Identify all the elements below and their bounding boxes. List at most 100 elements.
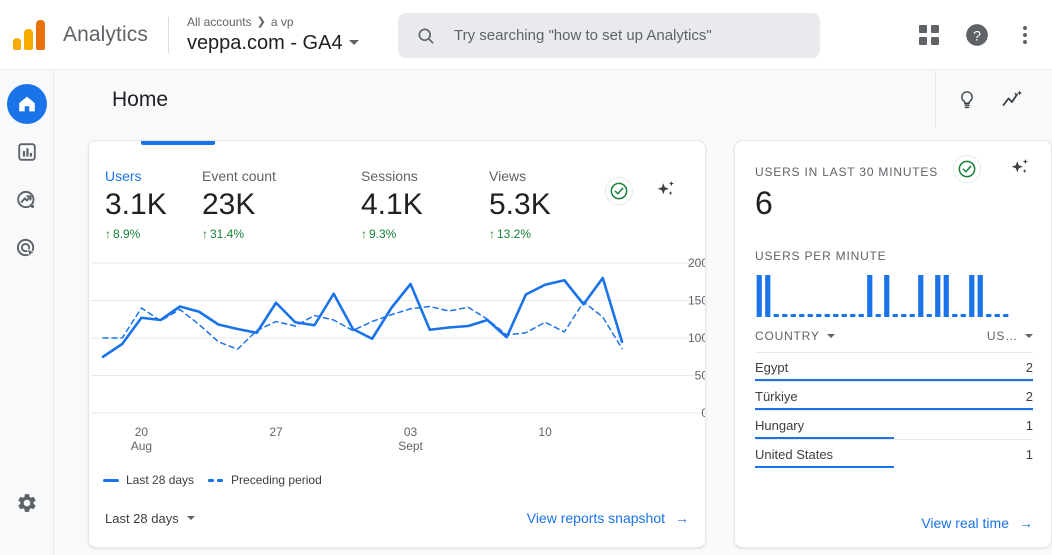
legend-item-previous: Preceding period	[208, 473, 322, 487]
metric-label: Sessions	[361, 168, 418, 184]
realtime-card: USERS IN LAST 30 MINUTES 6 USERS PER MIN…	[734, 140, 1052, 548]
metric-delta-value: 13.2%	[497, 227, 532, 241]
users-cell: 1	[1025, 446, 1033, 462]
table-row[interactable]: Türkiye 2	[755, 381, 1033, 410]
arrow-up-icon: ↑	[489, 227, 495, 241]
legend-solid-line-icon	[103, 478, 119, 482]
breadcrumb-separator-icon: ❯	[256, 15, 266, 28]
table-body: Egypt 2 Türkiye 2 Hungary 1 United States 1	[755, 352, 1033, 468]
apps-grid-icon[interactable]	[916, 22, 942, 48]
country-column-header[interactable]: COUNTRY	[755, 329, 835, 343]
page-title: Home	[112, 88, 169, 111]
metric-value: 3.1K	[105, 188, 167, 221]
svg-text:Aug: Aug	[131, 439, 152, 453]
table-row[interactable]: Hungary 1	[755, 410, 1033, 439]
left-navigation	[0, 70, 54, 555]
users-cell: 2	[1025, 359, 1033, 375]
page-header-actions	[935, 70, 1052, 130]
legend-dashed-line-icon	[208, 478, 224, 482]
view-reports-snapshot-label: View reports snapshot	[526, 510, 665, 526]
metric-delta: ↑ 9.3%	[361, 226, 423, 242]
search-box[interactable]: Try searching "how to set up Analytics"	[398, 13, 820, 58]
metric-delta: ↑ 13.2%	[489, 226, 551, 242]
chevron-down-icon	[826, 334, 835, 338]
metrics-row: Users 3.1K ↑ 8.9% Event count 23K ↑ 31.4…	[89, 167, 705, 247]
chart-legend: Last 28 days Preceding period	[103, 473, 322, 487]
trend-sparkle-icon[interactable]	[1000, 87, 1026, 113]
country-column-label: COUNTRY	[755, 329, 820, 343]
svg-text:10: 10	[538, 425, 552, 439]
ai-sparkle-icon[interactable]	[653, 177, 679, 203]
sidebar-item-explore[interactable]	[7, 180, 47, 220]
kebab-menu-icon[interactable]	[1012, 22, 1038, 48]
arrow-up-icon: ↑	[361, 227, 367, 241]
explore-icon	[17, 190, 35, 208]
arrow-right-icon: →	[1019, 515, 1033, 531]
ai-sparkle-icon[interactable]	[1007, 155, 1033, 181]
analytics-app: Analytics All accounts ❯ a vp veppa.com …	[0, 0, 1052, 555]
lightbulb-icon[interactable]	[954, 87, 980, 113]
analytics-logo-icon	[13, 19, 49, 50]
check-circle-icon[interactable]	[605, 177, 633, 205]
date-range-label: Last 28 days	[105, 510, 179, 526]
top-bar-actions: ?	[916, 0, 1038, 70]
metric-sessions[interactable]: Sessions 4.1K ↑ 9.3%	[361, 167, 423, 242]
metric-delta-value: 9.3%	[369, 227, 397, 241]
property-name-label: veppa.com - GA4	[186, 31, 343, 54]
arrow-up-icon: ↑	[202, 227, 208, 241]
reports-bar-chart-icon	[17, 143, 36, 161]
svg-text:20: 20	[135, 425, 149, 439]
sidebar-item-settings[interactable]	[7, 483, 47, 523]
selected-metric-tab-indicator	[141, 141, 215, 145]
breadcrumb: All accounts ❯ a vp	[187, 15, 359, 30]
metric-delta-value: 8.9%	[113, 227, 141, 241]
search-input[interactable]: Try searching "how to set up Analytics"	[454, 27, 712, 44]
users-column-header[interactable]: US…	[987, 329, 1033, 343]
arrow-right-icon: →	[675, 510, 689, 526]
sidebar-item-home[interactable]	[6, 84, 47, 124]
table-row[interactable]: United States 1	[755, 439, 1033, 468]
realtime-country-table: COUNTRY US… Egypt 2 Türkiye 2 Hungary 1 United…	[755, 329, 1033, 468]
users-cell: 2	[1025, 388, 1033, 404]
search-icon	[418, 28, 434, 44]
legend-label: Last 28 days	[126, 473, 195, 487]
country-cell: Hungary	[755, 417, 805, 433]
table-header: COUNTRY US…	[755, 329, 1033, 352]
reports-overview-card: Users 3.1K ↑ 8.9% Event count 23K ↑ 31.4…	[88, 140, 706, 548]
view-real-time-link[interactable]: View real time →	[921, 515, 1033, 531]
metric-value: 4.1K	[361, 188, 423, 221]
svg-text:150: 150	[688, 294, 706, 308]
check-circle-icon[interactable]	[953, 155, 981, 183]
gear-icon	[18, 494, 36, 512]
realtime-heading: USERS IN LAST 30 MINUTES	[755, 165, 939, 179]
metric-delta: ↑ 8.9%	[105, 226, 167, 242]
svg-text:03: 03	[404, 425, 418, 439]
sidebar-item-advertising[interactable]	[7, 228, 47, 268]
overview-card-footer: Last 28 days View reports snapshot →	[89, 489, 705, 547]
view-real-time-label: View real time	[921, 515, 1009, 531]
metric-delta-value: 31.4%	[210, 227, 245, 241]
metric-users[interactable]: Users 3.1K ↑ 8.9%	[105, 167, 167, 242]
users-per-minute-heading: USERS PER MINUTE	[755, 249, 887, 263]
account-selector[interactable]: All accounts ❯ a vp veppa.com - GA4	[187, 15, 359, 55]
users-line-chart[interactable]: 0 50 100 150 200 20Aug 27 03Sept 10	[89, 253, 706, 463]
svg-text:200: 200	[688, 256, 706, 270]
chart-canvas: 0 50 100 150 200 20Aug 27 03Sept 10	[91, 256, 706, 453]
metric-views[interactable]: Views 5.3K ↑ 13.2%	[489, 167, 551, 242]
country-cell: Egypt	[755, 359, 789, 375]
metric-event-count[interactable]: Event count 23K ↑ 31.4%	[202, 167, 276, 242]
users-per-minute-chart	[755, 269, 1010, 317]
chevron-down-icon	[348, 40, 359, 45]
date-range-selector[interactable]: Last 28 days	[105, 511, 195, 526]
metric-label: Event count	[202, 168, 276, 184]
breadcrumb-leaf: a vp	[270, 14, 294, 29]
help-circle-icon[interactable]: ?	[964, 22, 990, 48]
divider	[167, 16, 169, 53]
sidebar-item-reports[interactable]	[7, 132, 47, 172]
svg-text:50: 50	[695, 369, 706, 383]
view-reports-snapshot-link[interactable]: View reports snapshot →	[527, 510, 689, 526]
page-header: Home	[54, 70, 1052, 130]
property-name[interactable]: veppa.com - GA4	[187, 31, 359, 55]
table-row[interactable]: Egypt 2	[755, 352, 1033, 381]
row-progress-bar	[755, 465, 894, 468]
